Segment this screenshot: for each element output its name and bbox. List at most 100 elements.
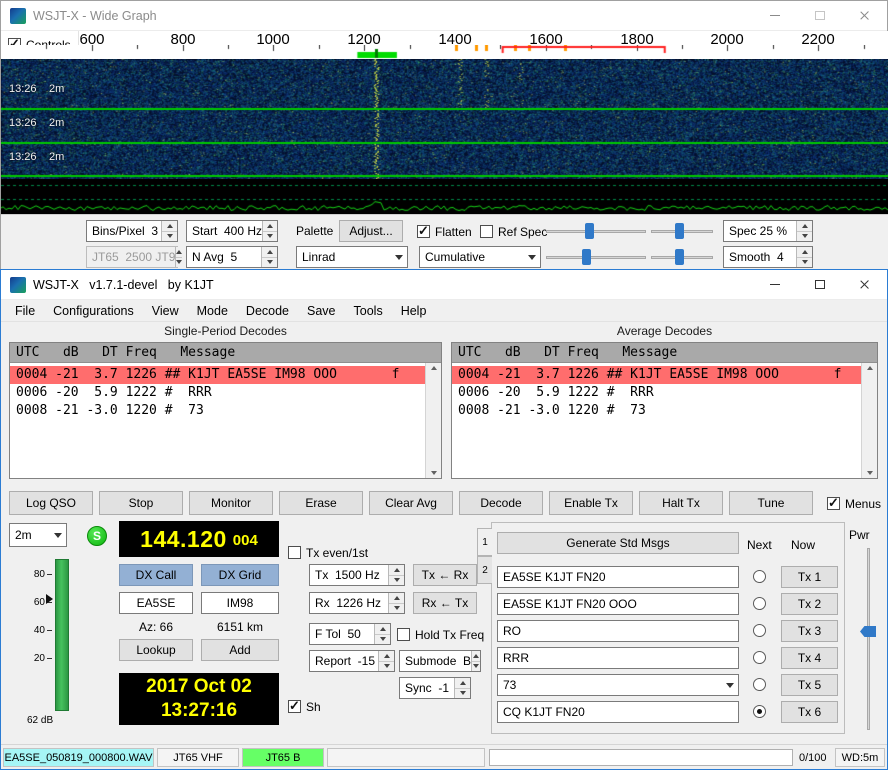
sh-checkbox[interactable]: Sh [288,699,321,714]
tx-message-1-field[interactable]: EA5SE K1JT FN20 [497,566,739,588]
start-hz-spin[interactable]: Start 400 Hz [186,220,278,242]
chevron-down-icon[interactable] [390,247,407,267]
menus-checkbox-box[interactable] [827,497,840,510]
dx-grid-button[interactable]: DX Grid [201,564,279,586]
scroll-down-icon[interactable] [431,471,437,475]
menu-help[interactable]: Help [392,300,436,321]
average-decodes-table[interactable]: UTC dB DT Freq Message 0004 -21 3.7 1226… [451,342,878,479]
menu-mode[interactable]: Mode [188,300,237,321]
spin-arrows-icon[interactable] [471,651,480,671]
pwr-slider[interactable] [859,548,877,730]
dx-grid-field[interactable]: IM98 [201,592,279,614]
spin-arrows-icon[interactable] [388,565,404,585]
flatten-checkbox[interactable]: Flatten [417,224,472,239]
waterfall-gain-slider[interactable] [546,222,646,240]
tx-3-radio[interactable] [753,624,766,637]
spin-arrows-icon[interactable] [378,651,394,671]
tx-1-radio[interactable] [753,570,766,583]
tx-6-button[interactable]: Tx 6 [781,701,838,723]
scroll-up-icon[interactable] [867,366,873,370]
waterfall-zero-slider[interactable] [651,222,713,240]
spin-arrows-icon[interactable] [796,247,812,267]
decode-button[interactable]: Decode [459,491,543,515]
scroll-up-icon[interactable] [431,366,437,370]
scroll-down-icon[interactable] [867,471,873,475]
spin-arrows-icon[interactable] [262,221,277,241]
decode-row[interactable]: 0008 -21 -3.0 1220 # 73 [452,402,877,420]
dx-call-button[interactable]: DX Call [119,564,193,586]
tx-1-button[interactable]: Tx 1 [781,566,838,588]
scrollbar[interactable] [861,363,877,478]
spin-arrows-icon[interactable] [261,247,277,267]
dx-call-field[interactable]: EA5SE [119,592,193,614]
chevron-down-icon[interactable] [721,675,738,695]
enable-tx-button[interactable]: Enable Tx [549,491,633,515]
scrollbar[interactable] [425,363,441,478]
menu-decode[interactable]: Decode [237,300,298,321]
single-period-decodes-table[interactable]: UTC dB DT Freq Message 0004 -21 3.7 1226… [9,342,442,479]
maximize-icon[interactable] [797,270,842,299]
tx-message-5-combo[interactable]: 73 [497,674,739,696]
tab-1[interactable]: 1 [477,528,492,556]
menu-tools[interactable]: Tools [345,300,392,321]
rx-freq-spin[interactable]: Rx 1226 Hz [309,592,405,614]
n-avg-spin[interactable]: N Avg 5 [186,246,278,268]
hold-tx-freq-checkbox-box[interactable] [397,628,410,641]
tx-message-2-field[interactable]: EA5SE K1JT FN20 OOO [497,593,739,615]
spin-arrows-icon[interactable] [161,221,177,241]
spin-arrows-icon[interactable] [374,624,390,644]
tab-2[interactable]: 2 [477,556,492,584]
ref-spec-checkbox-box[interactable] [480,225,493,238]
spec-percent-spin[interactable]: Spec 25 % [723,220,813,242]
add-button[interactable]: Add [201,639,279,661]
menu-view[interactable]: View [143,300,188,321]
minimize-icon[interactable] [752,270,797,299]
halt-tx-button[interactable]: Halt Tx [639,491,723,515]
tx-6-radio[interactable] [753,705,766,718]
rx-from-tx-button[interactable]: Rx ← Tx [413,592,477,614]
chevron-down-icon[interactable] [49,524,66,546]
menu-save[interactable]: Save [298,300,345,321]
tx-even-checkbox[interactable]: Tx even/1st [288,545,368,560]
tx-message-6-field[interactable]: CQ K1JT FN20 [497,701,739,723]
smooth-spin[interactable]: Smooth 4 [723,246,813,268]
tx-even-checkbox-box[interactable] [288,546,301,559]
spin-arrows-icon[interactable] [454,678,470,698]
menu-file[interactable]: File [6,300,44,321]
spectrum-zero-slider[interactable] [651,248,713,266]
decode-row[interactable]: 0004 -21 3.7 1226 ## K1JT EA5SE IM98 OOO… [452,366,877,384]
tx-3-button[interactable]: Tx 3 [781,620,838,642]
monitor-button[interactable]: Monitor [189,491,273,515]
wide-graph-titlebar[interactable]: WSJT-X - Wide Graph [1,1,887,31]
lookup-button[interactable]: Lookup [119,639,193,661]
waterfall[interactable]: 13:26 2m 13:26 2m 13:26 2m [1,59,888,179]
decode-row[interactable]: 0006 -20 5.9 1222 # RRR [452,384,877,402]
sh-checkbox-box[interactable] [288,700,301,713]
chevron-down-icon[interactable] [523,247,540,267]
adjust-button[interactable]: Adjust... [339,220,403,242]
bins-pixel-spin[interactable]: Bins/Pixel 3 [86,220,178,242]
spin-arrows-icon[interactable] [796,221,812,241]
tx-message-4-field[interactable]: RRR [497,647,739,669]
tx-4-button[interactable]: Tx 4 [781,647,838,669]
submode-spin[interactable]: Submode B [399,650,481,672]
band-combo[interactable]: 2m [9,523,67,547]
menu-configurations[interactable]: Configurations [44,300,143,321]
close-icon[interactable] [842,270,887,299]
menus-checkbox[interactable]: Menus [827,496,881,511]
f-tol-spin[interactable]: F Tol 50 [309,623,391,645]
scale-ticks-canvas[interactable] [1,45,888,59]
tx-message-3-field[interactable]: RO [497,620,739,642]
clear-avg-button[interactable]: Clear Avg [369,491,453,515]
tx-5-radio[interactable] [753,678,766,691]
tx-4-radio[interactable] [753,651,766,664]
log-qso-button[interactable]: Log QSO [9,491,93,515]
main-titlebar[interactable]: WSJT-X v1.7.1-devel by K1JT [1,270,887,300]
generate-std-msgs-button[interactable]: Generate Std Msgs [497,532,739,554]
decode-row[interactable]: 0008 -21 -3.0 1220 # 73 [10,402,441,420]
tx-from-rx-button[interactable]: Tx ← Rx [413,564,477,586]
spectrum-gain-slider[interactable] [546,248,646,266]
tx-2-radio[interactable] [753,597,766,610]
erase-button[interactable]: Erase [279,491,363,515]
waterfall-canvas[interactable] [1,59,888,179]
